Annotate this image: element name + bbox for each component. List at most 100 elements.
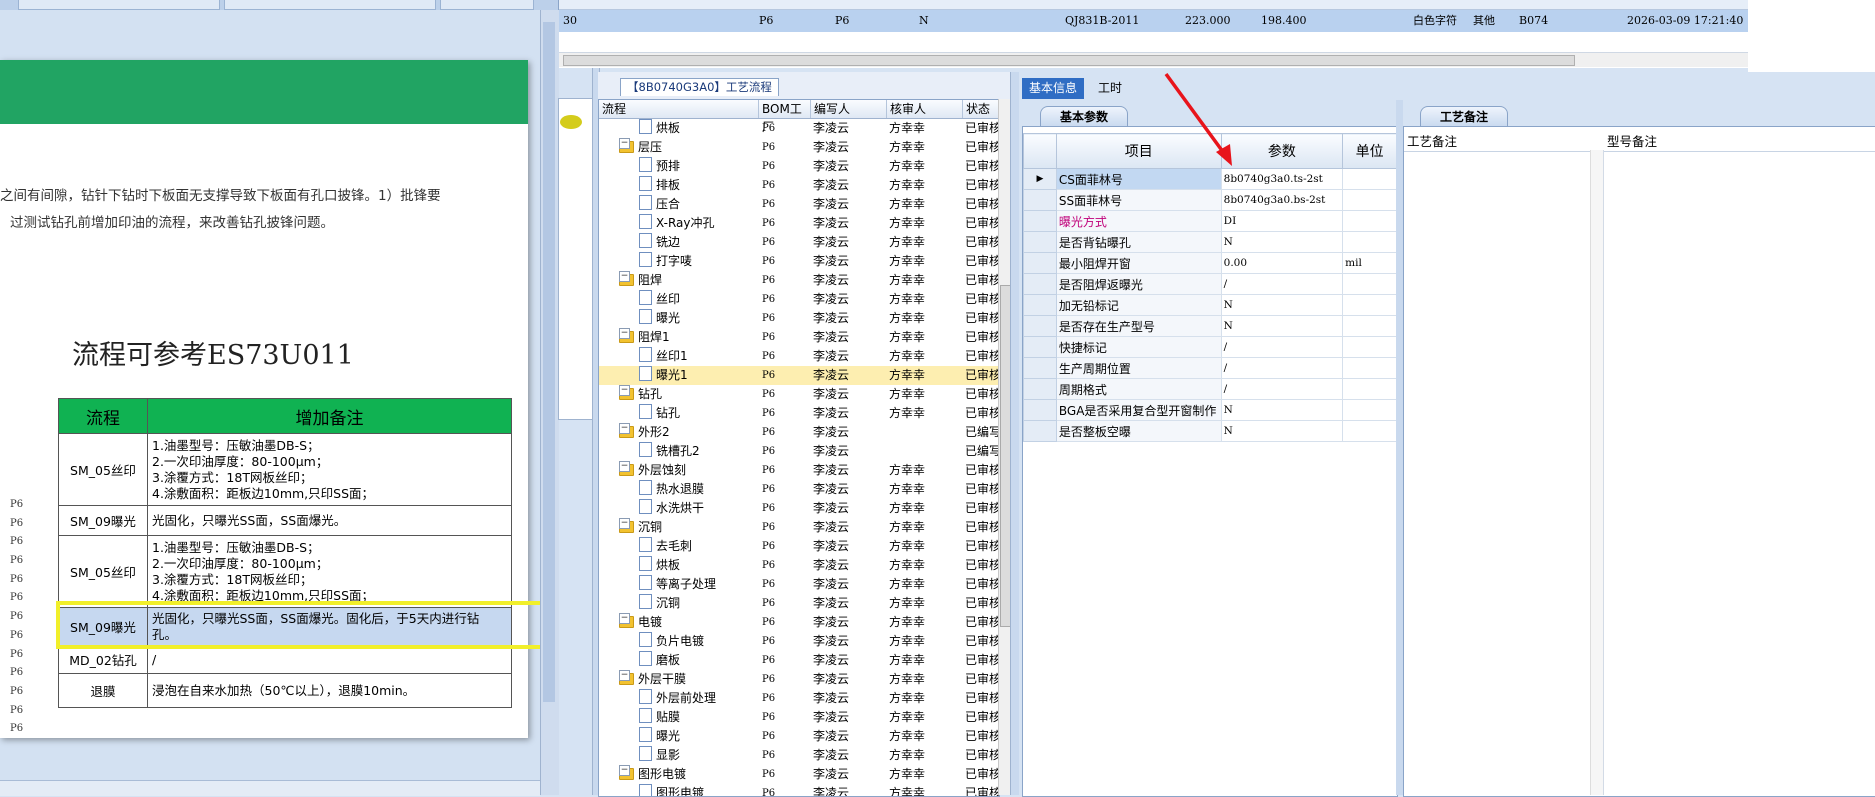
tree-step-row[interactable]: 贴膜 P6 李凌云 方幸幸 已审核 <box>599 708 999 727</box>
top-button-1[interactable] <box>18 0 220 10</box>
row-indicator[interactable] <box>1023 378 1057 400</box>
param-row[interactable]: 生产周期位置 / <box>1023 357 1397 379</box>
param-row[interactable]: SS面菲林号 8b0740g3a0.bs-2st <box>1023 189 1397 211</box>
row-indicator[interactable]: ▶ <box>1023 168 1057 190</box>
tree-step-row[interactable]: 排板 P6 李凌云 方幸幸 已审核 <box>599 176 999 195</box>
param-row[interactable]: 是否阻焊返曝光 / <box>1023 273 1397 295</box>
tree-folder-row[interactable]: − 沉铜 P6 李凌云 方幸幸 已审核 <box>599 518 999 537</box>
param-value[interactable]: N <box>1220 420 1344 442</box>
tree-step-row[interactable]: 铣槽孔2 P6 李凌云 已编写 <box>599 442 999 461</box>
row-indicator[interactable] <box>1023 420 1057 442</box>
tree-step-row[interactable]: 烘板 P6 李凌云 方幸幸 已审核 <box>599 556 999 575</box>
collapse-toggle-icon[interactable]: − <box>619 461 630 472</box>
param-value[interactable]: 8b0740g3a0.bs-2st <box>1220 189 1344 211</box>
tree-step-row[interactable]: 曝光 P6 李凌云 方幸幸 已审核 <box>599 727 999 746</box>
row-indicator[interactable] <box>1023 315 1057 337</box>
param-row[interactable]: BGA是否采用复合型开窗制作 N <box>1023 399 1397 421</box>
splitter[interactable] <box>1396 100 1403 795</box>
tree-step-row[interactable]: 水洗烘干 P6 李凌云 方幸幸 已审核 <box>599 499 999 518</box>
tree-folder-row[interactable]: − 电镀 P6 李凌云 方幸幸 已审核 <box>599 613 999 632</box>
param-value[interactable]: N <box>1220 294 1344 316</box>
tree-step-row[interactable]: 铣边 P6 李凌云 方幸幸 已审核 <box>599 233 999 252</box>
tree-folder-row[interactable]: − 图形电镀 P6 李凌云 方幸幸 已审核 <box>599 765 999 784</box>
tree-step-row[interactable]: 钻孔 P6 李凌云 方幸幸 已审核 <box>599 404 999 423</box>
tree-step-row[interactable]: 去毛刺 P6 李凌云 方幸幸 已审核 <box>599 537 999 556</box>
row-indicator[interactable] <box>1023 252 1057 274</box>
tree-step-row[interactable]: 丝印 P6 李凌云 方幸幸 已审核 <box>599 290 999 309</box>
param-row[interactable]: 是否整板空曝 N <box>1023 420 1397 442</box>
param-row[interactable]: 是否存在生产型号 N <box>1023 315 1397 337</box>
param-row[interactable]: 快捷标记 / <box>1023 336 1397 358</box>
tree-folder-row[interactable]: − 层压 P6 李凌云 方幸幸 已审核 <box>599 138 999 157</box>
tree-step-row[interactable]: 显影 P6 李凌云 方幸幸 已审核 <box>599 746 999 765</box>
param-value[interactable]: / <box>1220 378 1344 400</box>
tree-step-row[interactable]: 热水退膜 P6 李凌云 方幸幸 已审核 <box>599 480 999 499</box>
tree-step-row[interactable]: 打字唛 P6 李凌云 方幸幸 已审核 <box>599 252 999 271</box>
collapse-toggle-icon[interactable]: − <box>619 423 630 434</box>
tree-step-row[interactable]: 沉铜 P6 李凌云 方幸幸 已审核 <box>599 594 999 613</box>
row-indicator[interactable] <box>1023 357 1057 379</box>
tree-folder-row[interactable]: − 外层干膜 P6 李凌云 方幸幸 已审核 <box>599 670 999 689</box>
row-indicator[interactable] <box>1023 399 1057 421</box>
param-value[interactable]: N <box>1220 399 1344 421</box>
tab-work-hours[interactable]: 工时 <box>1090 78 1130 99</box>
subtab-basic-params[interactable]: 基本参数 <box>1040 106 1128 127</box>
tree-step-row[interactable]: 烘板 P6 李凌云 方幸幸 已审核 <box>599 119 999 138</box>
param-value[interactable]: 0.00 <box>1220 252 1344 274</box>
tree-step-row[interactable]: 磨板 P6 李凌云 方幸幸 已审核 <box>599 651 999 670</box>
col-header-author[interactable]: 编写人 <box>811 100 887 118</box>
tree-folder-row[interactable]: − 阻焊1 P6 李凌云 方幸幸 已审核 <box>599 328 999 347</box>
col-header-flow[interactable]: 流程 <box>599 100 759 118</box>
subtab-craft-notes[interactable]: 工艺备注 <box>1420 106 1508 127</box>
param-value[interactable]: N <box>1220 231 1344 253</box>
tree-folder-row[interactable]: − 外形2 P6 李凌云 已编写 <box>599 423 999 442</box>
scroll-thumb[interactable] <box>563 55 1575 66</box>
process-panel-title[interactable]: 【8B0740G3A0】工艺流程 <box>620 78 779 96</box>
document-vscrollbar[interactable] <box>540 10 559 795</box>
collapse-toggle-icon[interactable]: − <box>619 385 630 396</box>
tree-step-row[interactable]: 负片电镀 P6 李凌云 方幸幸 已审核 <box>599 632 999 651</box>
col-header-reviewer[interactable]: 核审人 <box>887 100 963 118</box>
param-value[interactable]: / <box>1220 336 1344 358</box>
collapse-toggle-icon[interactable]: − <box>619 518 630 529</box>
tree-step-row[interactable]: 丝印1 P6 李凌云 方幸幸 已审核 <box>599 347 999 366</box>
top-button-3[interactable] <box>440 0 534 10</box>
collapse-toggle-icon[interactable]: − <box>619 670 630 681</box>
tree-folder-row[interactable]: − 钻孔 P6 李凌云 方幸幸 已审核 <box>599 385 999 404</box>
param-value[interactable]: N <box>1220 315 1344 337</box>
param-row[interactable]: 是否背钻曝孔 N <box>1023 231 1397 253</box>
row-indicator[interactable] <box>1023 273 1057 295</box>
comment-bubble-icon[interactable] <box>560 115 582 129</box>
row-indicator[interactable] <box>1023 210 1057 232</box>
tree-folder-row[interactable]: − 阻焊 P6 李凌云 方幸幸 已审核 <box>599 271 999 290</box>
tree-folder-row[interactable]: − 外层蚀刻 P6 李凌云 方幸幸 已审核 <box>599 461 999 480</box>
tree-step-row[interactable]: 等离子处理 P6 李凌云 方幸幸 已审核 <box>599 575 999 594</box>
document-hscrollbar[interactable] <box>0 780 540 796</box>
collapse-toggle-icon[interactable]: − <box>619 328 630 339</box>
collapse-toggle-icon[interactable]: − <box>619 765 630 776</box>
top-grid-hscrollbar[interactable] <box>559 52 1749 67</box>
tree-step-row[interactable]: 外层前处理 P6 李凌云 方幸幸 已审核 <box>599 689 999 708</box>
tree-step-row[interactable]: X-Ray冲孔 P6 李凌云 方幸幸 已审核 <box>599 214 999 233</box>
craft-notes-scrollbar[interactable] <box>1590 150 1603 795</box>
tree-step-row[interactable]: 曝光1 P6 李凌云 方幸幸 已审核 <box>599 366 999 385</box>
row-indicator[interactable] <box>1023 336 1057 358</box>
param-value[interactable]: DI <box>1220 210 1344 232</box>
param-row[interactable]: 周期格式 / <box>1023 378 1397 400</box>
param-row[interactable]: 加无铅标记 N <box>1023 294 1397 316</box>
collapse-toggle-icon[interactable]: − <box>619 271 630 282</box>
col-header-model-note[interactable]: 型号备注 <box>1604 133 1657 151</box>
row-indicator[interactable] <box>1023 189 1057 211</box>
param-value[interactable]: 8b0740g3a0.ts-2st <box>1220 168 1344 190</box>
col-header-plant[interactable]: BOM工厂 <box>759 100 811 134</box>
collapse-toggle-icon[interactable]: − <box>619 613 630 624</box>
top-button-2[interactable] <box>224 0 436 10</box>
tree-step-row[interactable]: 曝光 P6 李凌云 方幸幸 已审核 <box>599 309 999 328</box>
param-row[interactable]: ▶ CS面菲林号 8b0740g3a0.ts-2st <box>1023 168 1397 190</box>
tree-step-row[interactable]: 图形电镀 P6 李凌云 方幸幸 已审核 <box>599 784 999 796</box>
collapse-toggle-icon[interactable]: − <box>619 138 630 149</box>
top-grid-selected-row[interactable]: 30 P6 P6 N QJ831B-2011 223.000 198.400 白… <box>559 10 1749 32</box>
param-row[interactable]: 最小阻焊开窗 0.00 mil <box>1023 252 1397 274</box>
param-value[interactable]: / <box>1220 273 1344 295</box>
row-indicator[interactable] <box>1023 231 1057 253</box>
